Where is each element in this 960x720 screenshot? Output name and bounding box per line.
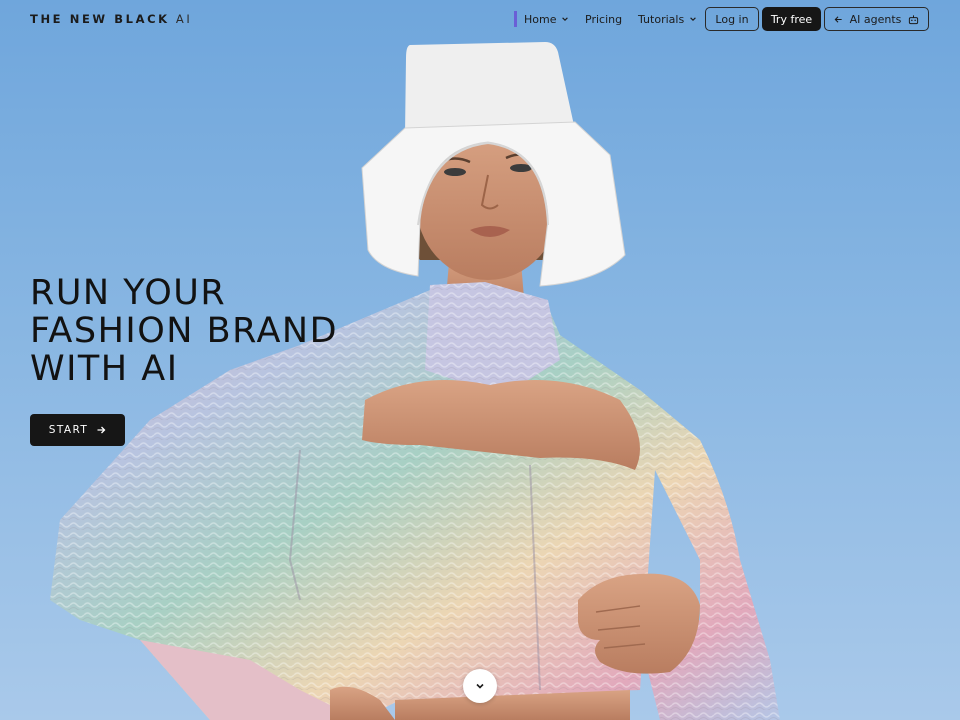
ai-agents-button-label: AI agents: [849, 12, 902, 26]
try-free-button-label: Try free: [770, 12, 813, 26]
chevron-down-icon: [562, 17, 569, 21]
brand-logo[interactable]: THE NEW BLACK AI: [30, 12, 192, 26]
nav-tutorials[interactable]: Tutorials: [638, 11, 697, 27]
arrow-right-icon: [97, 426, 106, 434]
nav-home[interactable]: Home: [514, 11, 569, 27]
ai-agents-button[interactable]: AI agents: [824, 7, 929, 31]
hero-headline: RUN YOUR FASHION BRAND WITH AI: [30, 274, 390, 388]
nav-home-label: Home: [524, 12, 557, 26]
headline-line-2: FASHION BRAND: [30, 311, 339, 351]
login-button[interactable]: Log in: [705, 7, 759, 31]
headline-line-1: RUN YOUR: [30, 273, 227, 313]
try-free-button[interactable]: Try free: [762, 7, 821, 31]
logo-brand-text: THE NEW BLACK: [30, 12, 170, 26]
robot-icon: [909, 14, 919, 24]
headline-line-3: WITH AI: [30, 349, 179, 389]
nav-pricing[interactable]: Pricing: [585, 11, 622, 27]
logo-ai-text: AI: [175, 12, 193, 26]
chevron-down-icon: [476, 683, 484, 689]
top-navigation: THE NEW BLACK AI Home Pricing Tutorials …: [0, 0, 960, 40]
start-button-label: START: [48, 424, 89, 436]
start-button[interactable]: START: [30, 414, 125, 446]
nav-pricing-label: Pricing: [585, 12, 623, 26]
nav-tutorials-label: Tutorials: [638, 12, 685, 26]
login-button-label: Log in: [715, 12, 749, 26]
arrow-left-icon: [834, 15, 842, 23]
scroll-down-button[interactable]: [463, 669, 497, 703]
chevron-down-icon: [690, 17, 696, 21]
